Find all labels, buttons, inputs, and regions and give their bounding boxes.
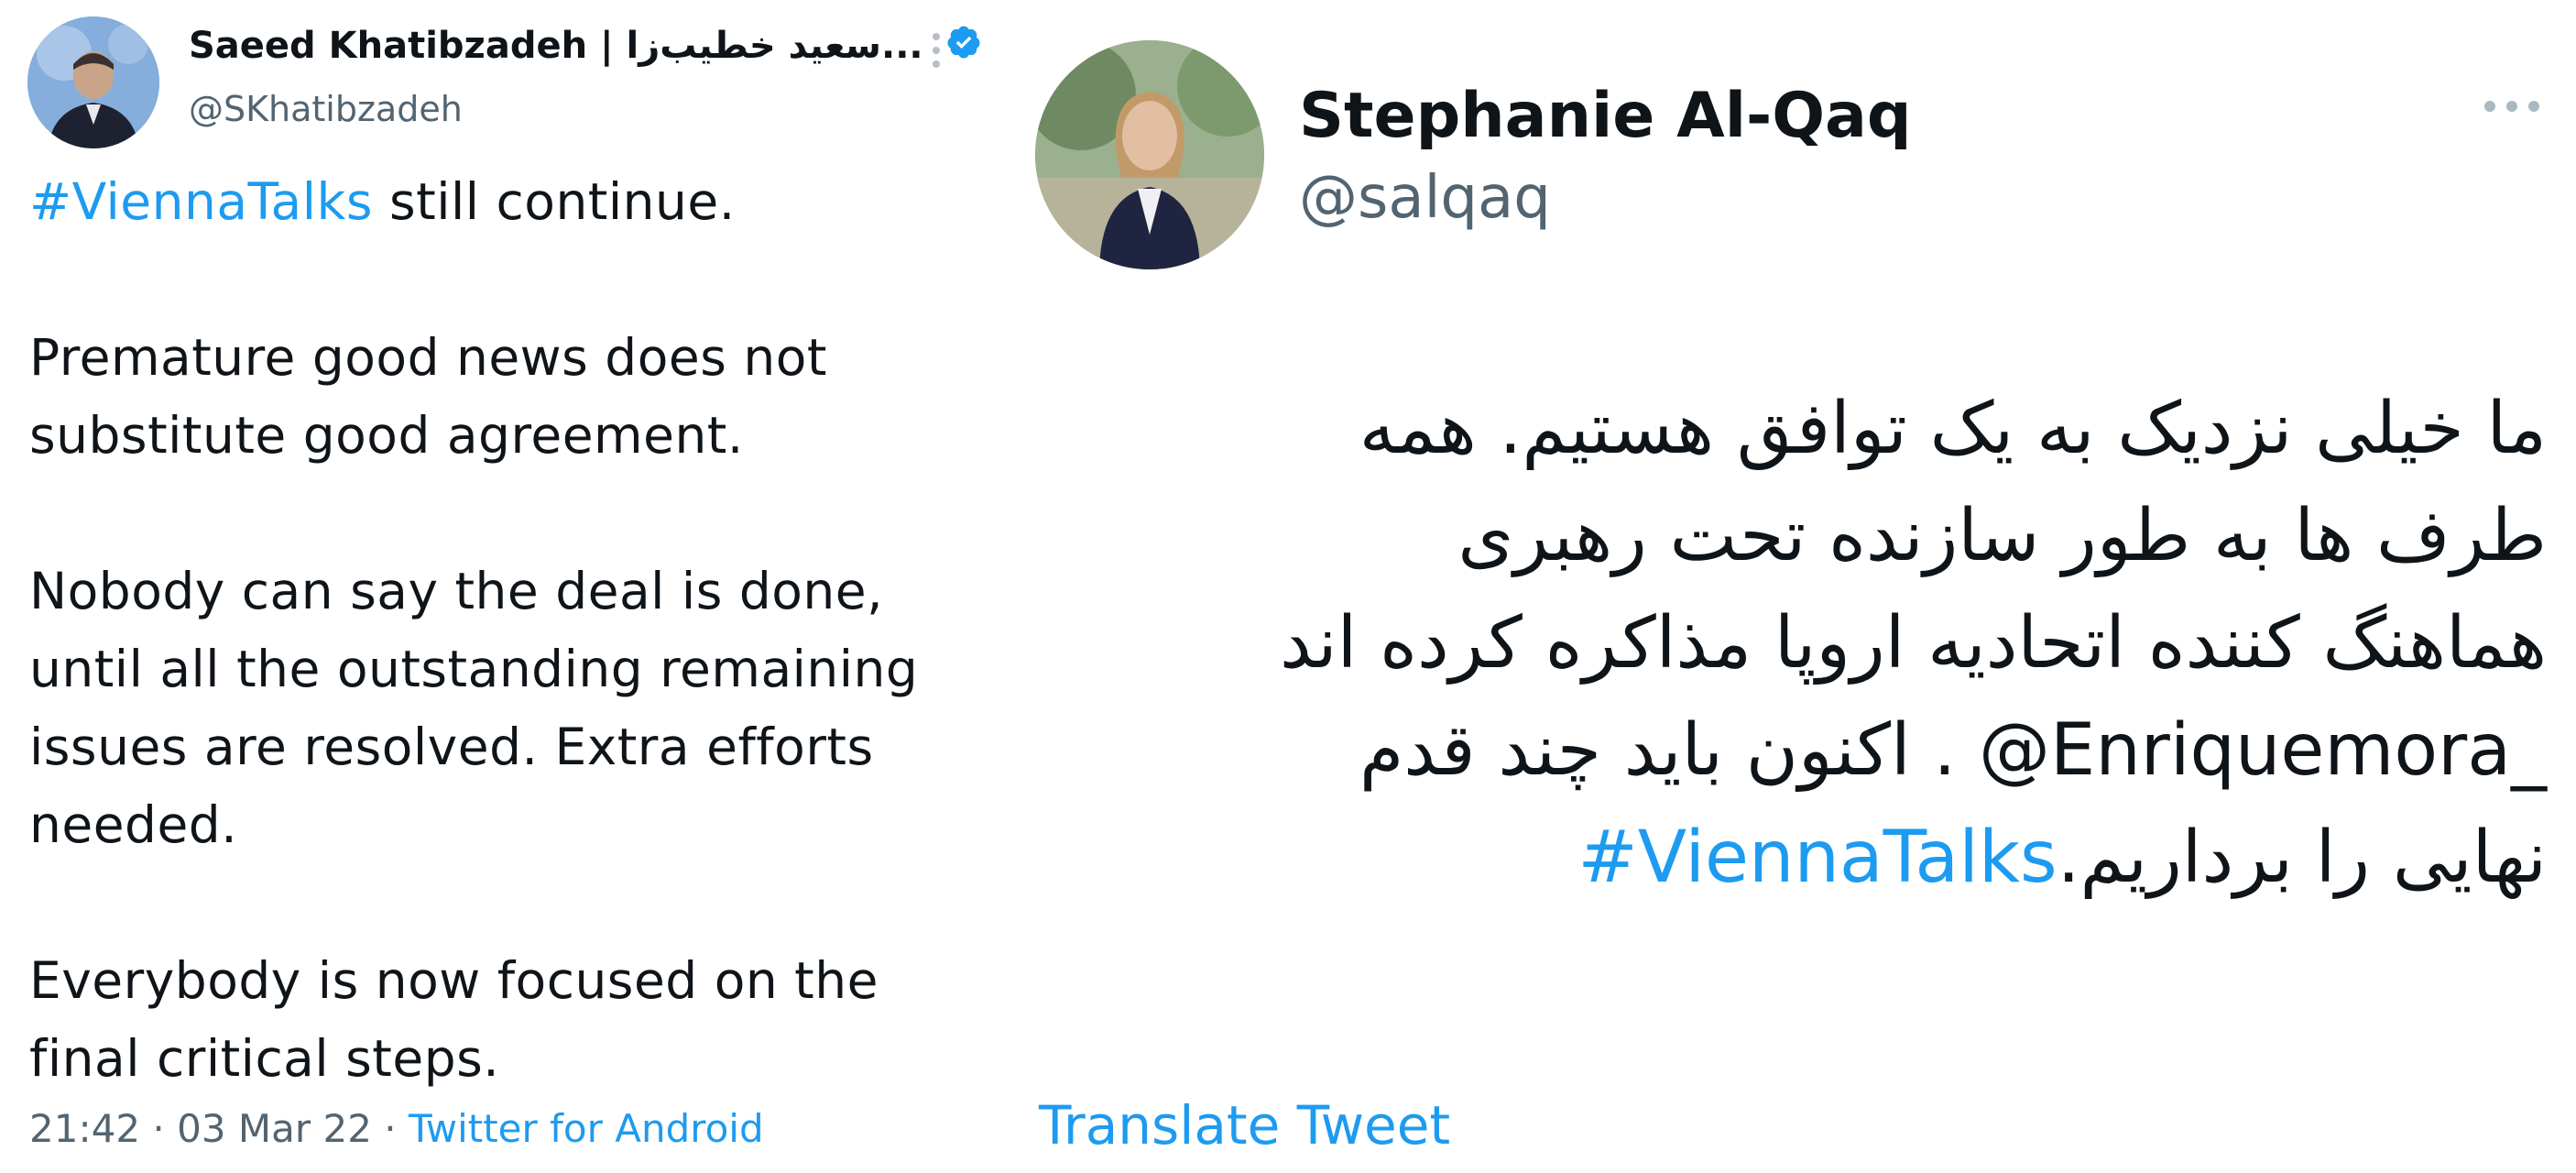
tweet-line: نهایی را برداریم.#ViennaTalks <box>1044 805 2547 912</box>
tweet-card-right: Stephanie Al-Qaq @salqaq ما خیلی نزدیک ب… <box>1008 0 2576 1173</box>
hashtag-link[interactable]: #ViennaTalks <box>29 172 373 231</box>
avatar-photo <box>1035 40 1264 269</box>
tweet-text-segment: نهایی را برداریم. <box>2057 817 2547 899</box>
tweet-paragraph: Everybody is now focused on the final cr… <box>29 951 879 1088</box>
tweet-paragraph: #ViennaTalks still continue. <box>29 163 982 241</box>
tweet-line: هماهنگ کننده اتحادیه اروپا مذاکره کرده ا… <box>1279 602 2547 685</box>
tweet-paragraph: Nobody can say the deal is done, until a… <box>29 562 919 854</box>
handle[interactable]: @salqaq <box>1299 161 1551 235</box>
tweet-text: #ViennaTalks still continue. Premature g… <box>29 163 982 1098</box>
handle[interactable]: @SKhatibzadeh <box>189 86 463 132</box>
tweet-date[interactable]: 03 Mar 22 <box>177 1106 372 1151</box>
tweet-source-link[interactable]: Twitter for Android <box>409 1106 764 1151</box>
tweet-line: @Enriquemora_ . اکنون باید چند قدم <box>1044 697 2547 805</box>
tweet-line: ما خیلی نزدیک به یک توافق هستیم. همه <box>1359 388 2547 470</box>
display-name[interactable]: Saeed Khatibzadeh | سعید خطیب‌زا... <box>189 22 982 72</box>
meta-separator: · <box>140 1106 178 1151</box>
meta-separator: · <box>371 1106 409 1151</box>
tweet-card-left: Saeed Khatibzadeh | سعید خطیب‌زا... @SKh… <box>0 0 999 1173</box>
translate-tweet-link[interactable]: Translate Tweet <box>1039 1091 1450 1160</box>
tweet-time[interactable]: 21:42 <box>29 1106 140 1151</box>
avatar-photo <box>27 16 159 148</box>
tweet-text-segment: still continue. <box>373 172 736 231</box>
tweet-line: طرف ها به طور سازنده تحت رهبری <box>1457 495 2547 577</box>
avatar[interactable] <box>1035 40 1264 269</box>
more-options-icon[interactable] <box>2483 99 2541 117</box>
verified-badge-icon <box>945 24 982 72</box>
hashtag-link[interactable]: #ViennaTalks <box>1577 817 2057 899</box>
tweet-text-segment: . اکنون باید چند قدم <box>1359 709 1980 792</box>
mention-link[interactable]: @Enriquemora_ <box>1979 709 2547 792</box>
tweet-metadata: 21:42 · 03 Mar 22 · Twitter for Android <box>29 1103 764 1155</box>
tweet-paragraph: Premature good news does not substitute … <box>29 328 827 465</box>
display-name-text: Saeed Khatibzadeh | سعید خطیب‌زا... <box>189 25 923 67</box>
avatar[interactable] <box>27 16 159 148</box>
display-name[interactable]: Stephanie Al-Qaq <box>1299 77 1912 156</box>
more-options-icon[interactable] <box>931 31 942 73</box>
tweet-text: ما خیلی نزدیک به یک توافق هستیم. همه طرف… <box>1044 376 2547 912</box>
